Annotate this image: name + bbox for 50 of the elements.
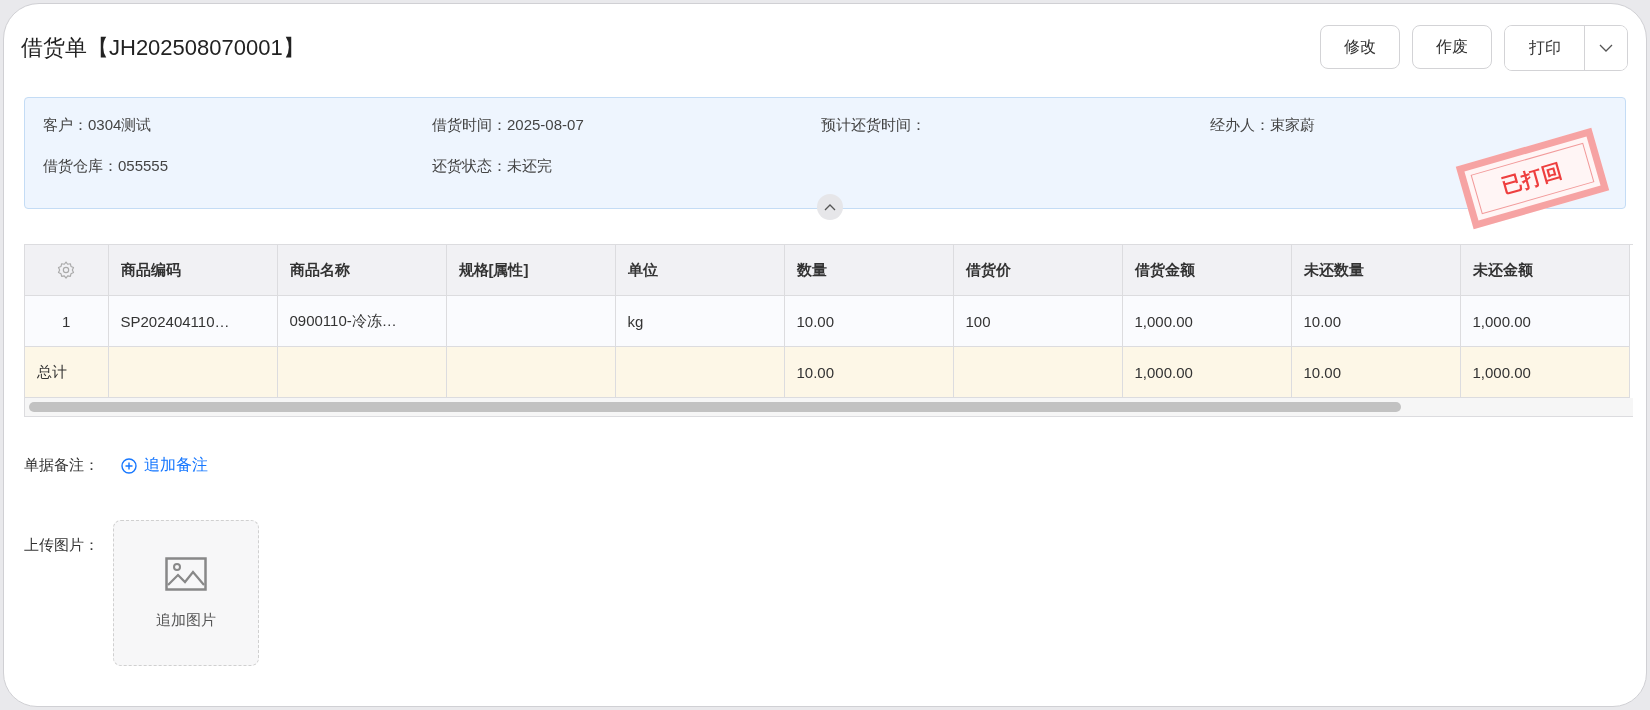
- field-label: 经办人：: [1210, 116, 1270, 133]
- field-value: 0304测试: [88, 116, 152, 133]
- column-header: 未还金额: [1460, 245, 1629, 296]
- table-cell: 1,000.00: [1122, 295, 1291, 347]
- total-cell: 10.00: [784, 346, 953, 398]
- field-value: 束家蔚: [1270, 116, 1315, 133]
- column-header: 商品编码: [108, 245, 277, 296]
- column-header: 未还数量: [1291, 245, 1460, 296]
- scrollbar-thumb[interactable]: [29, 402, 1401, 412]
- field-label: 还货状态：: [432, 157, 507, 174]
- table-cell: 0900110-冷冻…: [277, 295, 446, 347]
- upload-label: 上传图片：: [24, 536, 99, 555]
- settings-icon[interactable]: [56, 260, 77, 280]
- table-cell: 10.00: [1291, 295, 1460, 347]
- total-cell: 10.00: [1291, 346, 1460, 398]
- total-cell: 总计: [25, 346, 108, 398]
- print-button[interactable]: 打印: [1505, 26, 1585, 70]
- field-value: 055555: [118, 157, 169, 174]
- collapse-button[interactable]: [817, 194, 843, 220]
- column-header: 商品名称: [277, 245, 446, 296]
- table-cell: 1: [25, 295, 108, 347]
- plus-circle-icon: [121, 457, 137, 474]
- caret-icon: [1599, 44, 1613, 52]
- field-label: 客户：: [43, 116, 88, 133]
- page-title: 借货单【JH202508070001】: [21, 34, 305, 62]
- column-header: 借货价: [953, 245, 1122, 296]
- field-label: 借货仓库：: [43, 157, 118, 174]
- total-cell: 1,000.00: [1122, 346, 1291, 398]
- table-cell: 1,000.00: [1460, 295, 1629, 347]
- scrollbar[interactable]: [25, 398, 1633, 416]
- total-cell: 1,000.00: [1460, 346, 1629, 398]
- table-cell: SP202404110…: [108, 295, 277, 347]
- column-header: 单位: [615, 245, 784, 296]
- table-cell: 10.00: [784, 295, 953, 347]
- add-image-button[interactable]: 追加图片: [113, 520, 259, 666]
- action-button[interactable]: 修改: [1320, 25, 1400, 69]
- table-cell: kg: [615, 295, 784, 347]
- field-value: 2025-08-07: [507, 116, 584, 133]
- field-value: 未还完: [507, 157, 552, 174]
- column-header: 规格[属性]: [446, 245, 615, 296]
- table-cell: 100: [953, 295, 1122, 347]
- column-header: 借货金额: [1122, 245, 1291, 296]
- remark-label: 单据备注：: [24, 456, 99, 475]
- chevron-up-icon: [824, 203, 836, 211]
- action-button[interactable]: 作废: [1412, 25, 1492, 69]
- add-remark-link[interactable]: 追加备注: [121, 455, 208, 476]
- field-label: 借货时间：: [432, 116, 507, 133]
- field-label: 预计还货时间：: [821, 116, 926, 133]
- column-header: 数量: [784, 245, 953, 296]
- image-icon: [165, 556, 207, 591]
